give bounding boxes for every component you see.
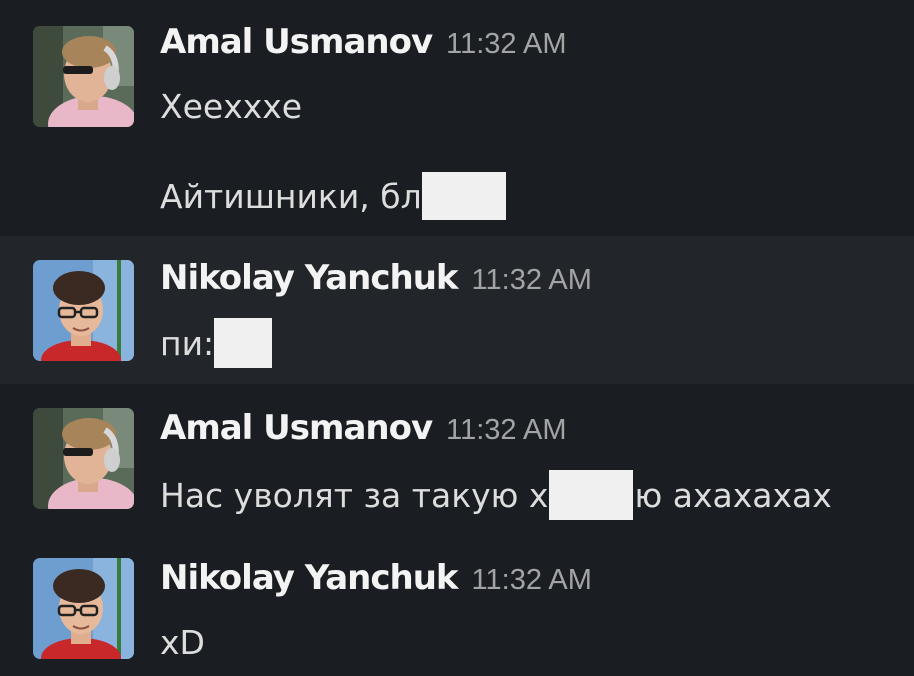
author-name[interactable]: Nikolay Yanchuk: [160, 558, 459, 598]
message-author[interactable]: Nikolay Yanchuk 11:32 AM: [160, 258, 592, 298]
message-author[interactable]: Nikolay Yanchuk 11:32 AM: [160, 558, 592, 598]
message-line: Айтишники, бл: [160, 176, 422, 216]
message-line: xD: [160, 622, 205, 662]
message-group: Nikolay Yanchuk 11:32 AM пи:: [0, 236, 914, 384]
message-group: Amal Usmanov 11:32 AM Нас уволят за такую…: [0, 384, 914, 534]
message-group: Nikolay Yanchuk 11:32 AM xD: [0, 534, 914, 676]
avatar-nikolay[interactable]: [33, 558, 134, 659]
message-author[interactable]: Amal Usmanov 11:32 AM: [160, 22, 567, 62]
message-group: Amal Usmanov 11:32 AM Хеехххе Айтишники, …: [0, 0, 914, 236]
avatar-headphones-icon: [33, 408, 134, 509]
message-text: Айтишники, бл: [160, 172, 507, 220]
avatar-glasses-icon: [33, 260, 134, 361]
message-text: Хеехххе: [160, 84, 302, 128]
avatar-glasses-icon: [33, 558, 134, 659]
message-line-after: ю ахахахах: [634, 475, 832, 515]
author-name[interactable]: Amal Usmanov: [160, 22, 433, 62]
message-text: пи:: [160, 318, 273, 368]
message-timestamp[interactable]: 11:32 AM: [472, 264, 592, 296]
redaction-box: [214, 318, 273, 368]
message-line: Хеехххе: [160, 86, 303, 126]
message-line: пи:: [160, 323, 215, 363]
message-text: Нас уволят за такую х ю ахахахах: [160, 470, 832, 520]
message-timestamp[interactable]: 11:32 AM: [446, 414, 566, 446]
avatar-nikolay[interactable]: [33, 260, 134, 361]
message-author[interactable]: Amal Usmanov 11:32 AM: [160, 408, 567, 448]
redaction-box: [421, 172, 506, 220]
message-line-before: Нас уволят за такую х: [160, 475, 549, 515]
message-timestamp[interactable]: 11:32 AM: [472, 564, 592, 596]
message-timestamp[interactable]: 11:32 AM: [446, 28, 566, 60]
author-name[interactable]: Nikolay Yanchuk: [160, 258, 459, 298]
message-text: xD: [160, 620, 205, 664]
avatar-amal[interactable]: [33, 408, 134, 509]
author-name[interactable]: Amal Usmanov: [160, 408, 433, 448]
avatar-headphones-icon: [33, 26, 134, 127]
avatar-amal[interactable]: [33, 26, 134, 127]
redaction-box: [549, 470, 634, 520]
message-feed: Amal Usmanov 11:32 AM Хеехххе Айтишники, …: [0, 0, 914, 676]
